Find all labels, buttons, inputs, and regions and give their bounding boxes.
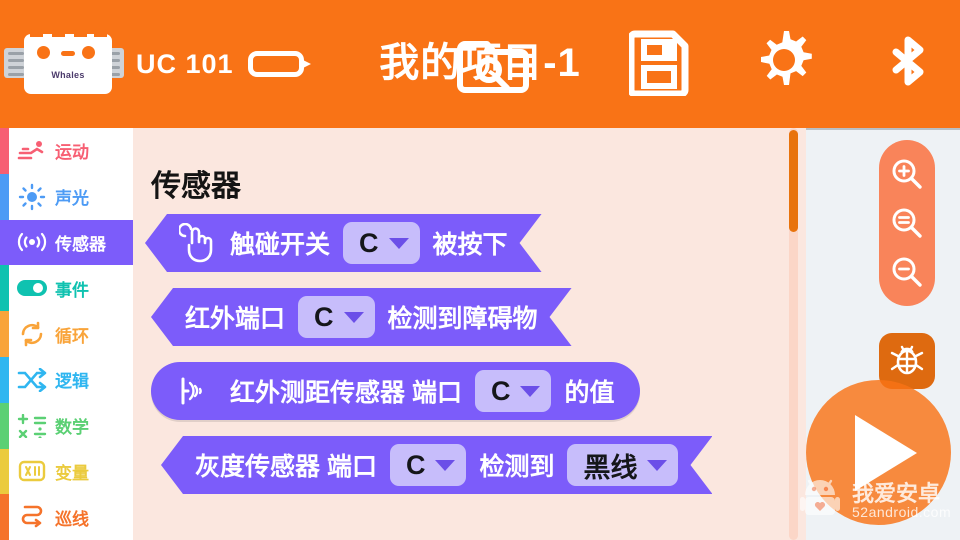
palette-block-row: 触碰开关 C 被按下 xyxy=(133,214,806,272)
battery-icon xyxy=(247,51,311,77)
chevron-down-icon xyxy=(389,238,409,249)
port-dropdown[interactable]: C xyxy=(474,370,552,412)
event-toggle-icon xyxy=(9,279,55,297)
sidebar-item-label: 循环 xyxy=(55,326,89,346)
dropdown-value: 黑线 xyxy=(583,452,638,483)
block-text: 检测到 xyxy=(479,453,555,481)
sidebar-item-label: 逻辑 xyxy=(55,372,89,392)
category-stripe xyxy=(0,402,9,449)
palette-scrollbar-thumb[interactable] xyxy=(789,130,798,232)
block-text: 检测到障碍物 xyxy=(387,305,538,333)
palette-block-row: 红外端口 C 检测到障碍物 xyxy=(133,288,806,346)
device-eye-right xyxy=(82,46,95,59)
block-text: 红外测距传感器 端口 xyxy=(230,379,462,407)
open-folder-icon[interactable] xyxy=(457,30,529,98)
top-bar: Whales UC 101 我的项目-1 xyxy=(0,0,960,128)
sidebar-item-label: 变量 xyxy=(55,463,89,483)
port-dropdown[interactable]: C xyxy=(298,296,375,338)
sidebar-item-label: 数学 xyxy=(55,418,89,438)
block-grayscale-detect-line[interactable]: 灰度传感器 端口 C 检测到 黑线 xyxy=(161,436,712,494)
sidebar-item-label: 运动 xyxy=(55,143,89,163)
category-stripe xyxy=(0,265,9,312)
block-infrared-distance-value[interactable]: 红外测距传感器 端口 C 的值 xyxy=(151,362,641,420)
chevron-down-icon xyxy=(520,385,541,397)
sidebar-item-motion[interactable]: 运动 xyxy=(0,128,134,174)
block-text: 红外端口 xyxy=(185,305,286,333)
category-stripe xyxy=(0,219,9,266)
block-palette[interactable]: 传感器 触碰开关 C 被按下 红外端口 C 检测到障碍物 红外测距传感器 端口 … xyxy=(133,128,806,540)
play-run-icon xyxy=(854,414,917,491)
block-text: 灰度传感器 端口 xyxy=(195,453,377,481)
category-stripe xyxy=(0,128,9,174)
category-stripe xyxy=(0,356,9,403)
dropdown-value: C xyxy=(314,301,334,332)
sidebar-item-events[interactable]: 事件 xyxy=(0,265,134,312)
touch-hand-icon xyxy=(179,223,217,263)
palette-title: 传感器 xyxy=(151,170,241,203)
sidebar-item-variables[interactable]: 变量 xyxy=(0,448,134,495)
sidebar-item-label: 传感器 xyxy=(55,234,106,254)
line-color-dropdown[interactable]: 黑线 xyxy=(567,444,678,486)
variable-icon xyxy=(9,459,55,483)
palette-block-row: 红外测距传感器 端口 C 的值 xyxy=(133,362,806,420)
sound-light-icon xyxy=(9,183,55,211)
gear-icon[interactable] xyxy=(750,22,818,102)
sidebar-item-sensor[interactable]: 传感器 xyxy=(0,219,134,266)
category-stripe xyxy=(0,494,9,540)
math-icon xyxy=(9,413,55,438)
sidebar-item-sound-light[interactable]: 声光 xyxy=(0,173,134,220)
block-text: 的值 xyxy=(564,379,615,407)
run-button[interactable] xyxy=(806,380,951,525)
device-mouth xyxy=(61,51,75,56)
bluetooth-icon[interactable] xyxy=(874,22,942,102)
zoom-out-icon[interactable] xyxy=(887,252,927,292)
bug-debug-icon xyxy=(887,339,927,384)
line-follow-icon xyxy=(9,504,55,530)
category-stripe xyxy=(0,448,9,495)
block-list: 触碰开关 C 被按下 红外端口 C 检测到障碍物 红外测距传感器 端口 C 的值… xyxy=(133,214,806,510)
sensor-wave-icon xyxy=(9,230,55,254)
category-stripe xyxy=(0,173,9,220)
dropdown-value: C xyxy=(359,227,379,258)
sidebar-item-label: 事件 xyxy=(55,280,89,300)
sidebar-item-label: 声光 xyxy=(55,189,89,209)
canvas-top-divider xyxy=(806,128,960,130)
category-sidebar: 运动 声光 传感器 事件 循环 逻辑 数学 变量 巡线 xyxy=(0,128,134,540)
zoom-in-icon[interactable] xyxy=(887,154,927,194)
save-floppy-icon[interactable] xyxy=(626,22,694,102)
infrared-wave-icon xyxy=(177,371,217,411)
zoom-controls xyxy=(879,140,935,306)
top-bar-actions xyxy=(626,22,942,102)
app-root: Whales UC 101 我的项目-1 运动 声光 传感器 事件 循环 逻辑 … xyxy=(0,0,960,540)
sidebar-item-label: 巡线 xyxy=(55,509,89,529)
zoom-reset-icon[interactable] xyxy=(887,203,927,243)
port-dropdown[interactable]: C xyxy=(390,444,467,486)
device-eye-left xyxy=(37,46,50,59)
chevron-down-icon xyxy=(647,460,667,471)
sidebar-item-loops[interactable]: 循环 xyxy=(0,311,134,357)
sidebar-item-line-follow[interactable]: 巡线 xyxy=(0,494,134,540)
chevron-down-icon xyxy=(344,312,364,323)
dropdown-value: C xyxy=(405,449,426,480)
device-name: UC 101 xyxy=(136,48,234,79)
category-stripe xyxy=(0,311,9,357)
palette-block-row: 灰度传感器 端口 C 检测到 黑线 xyxy=(133,436,806,494)
block-touch-switch-pressed[interactable]: 触碰开关 C 被按下 xyxy=(145,214,542,272)
port-dropdown[interactable]: C xyxy=(343,222,420,264)
block-text: 触碰开关 xyxy=(230,231,331,259)
block-infrared-obstacle[interactable]: 红外端口 C 检测到障碍物 xyxy=(151,288,572,346)
device-logo-label: Whales xyxy=(51,70,85,80)
sidebar-item-logic[interactable]: 逻辑 xyxy=(0,356,134,403)
dropdown-value: C xyxy=(490,375,511,406)
chevron-down-icon xyxy=(435,460,455,471)
sidebar-item-math[interactable]: 数学 xyxy=(0,402,134,449)
loop-icon xyxy=(9,321,55,347)
logic-shuffle-icon xyxy=(9,367,55,392)
device-logo[interactable]: Whales xyxy=(4,29,124,98)
device-body: Whales xyxy=(24,29,112,94)
motion-icon xyxy=(9,139,55,163)
block-text: 被按下 xyxy=(432,231,508,259)
